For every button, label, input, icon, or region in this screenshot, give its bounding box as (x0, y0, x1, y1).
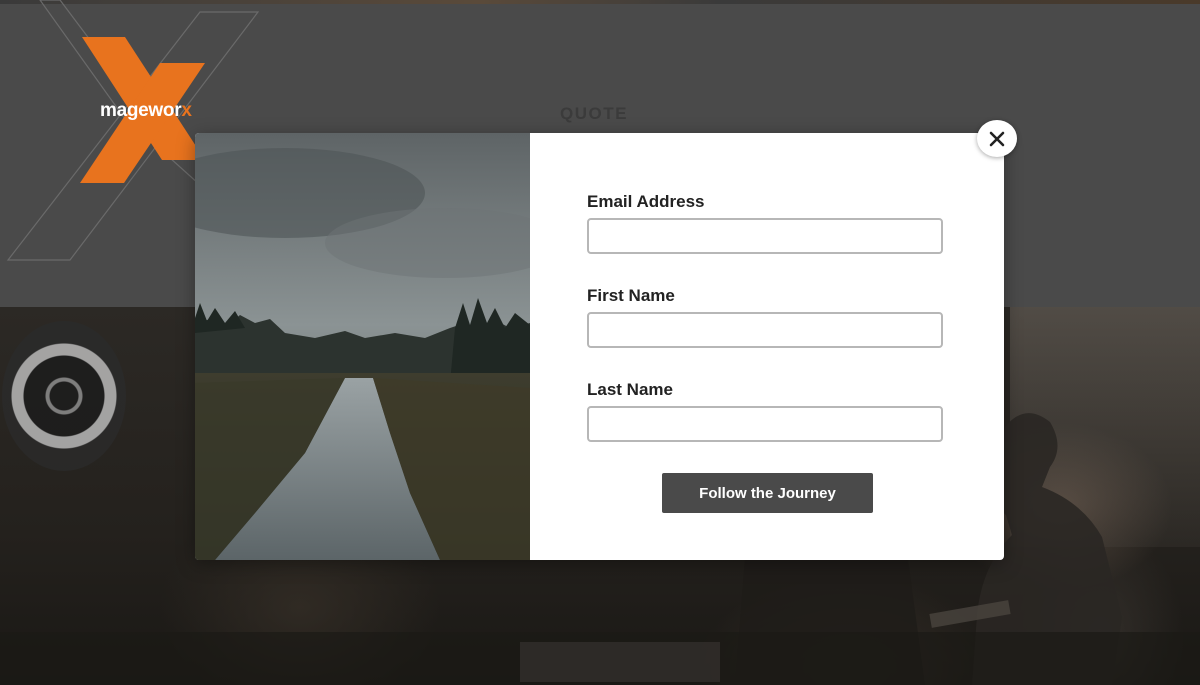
first-name-label: First Name (587, 286, 675, 305)
follow-journey-button[interactable]: Follow the Journey (662, 473, 873, 513)
close-modal-button[interactable] (977, 120, 1017, 157)
last-name-field[interactable] (587, 406, 943, 442)
first-name-field[interactable] (587, 312, 943, 348)
newsletter-modal: Email Address First Name Last Name Follo… (195, 133, 1004, 560)
landscape-image (195, 133, 530, 560)
signup-form: Email Address First Name Last Name Follo… (530, 133, 1004, 560)
email-field[interactable] (587, 218, 943, 254)
section-title: QUOTE (560, 104, 628, 123)
logo-text: mageworx (100, 100, 192, 121)
last-name-label: Last Name (587, 380, 673, 399)
close-icon (989, 131, 1005, 146)
email-label: Email Address (587, 192, 705, 211)
page: QUOTE mageworx Email Address First Name … (0, 0, 1200, 685)
